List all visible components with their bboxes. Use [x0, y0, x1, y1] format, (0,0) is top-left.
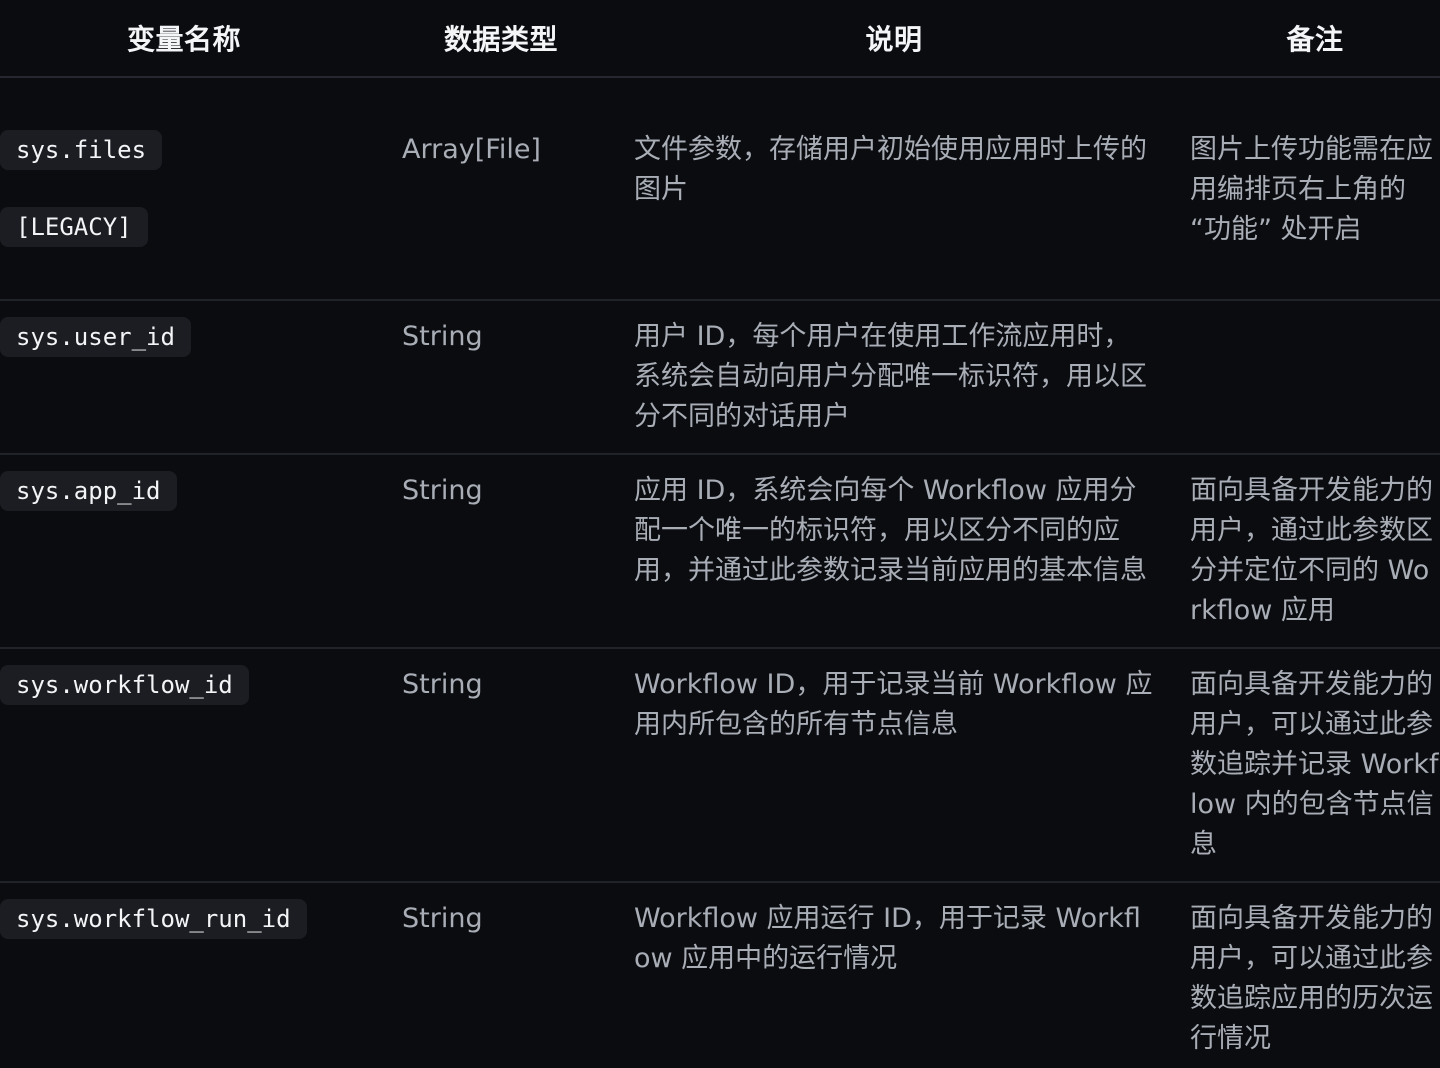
- variable-code: sys.user_id: [0, 317, 191, 357]
- variable-code: sys.workflow_run_id: [0, 899, 307, 939]
- table-row: sys.app_id String 应用 ID，系统会向每个 Workflow …: [0, 455, 1440, 649]
- legacy-code: [LEGACY]: [0, 207, 148, 247]
- header-variable-name: 变量名称: [126, 23, 241, 56]
- table-row: sys.user_id String 用户 ID，每个用户在使用工作流应用时，系…: [0, 301, 1440, 455]
- note: 面向具备开发能力的用户，可以通过此参数追踪应用的历次运行情况: [1190, 903, 1433, 1054]
- data-type: String: [402, 903, 483, 934]
- header-data-type: 数据类型: [443, 23, 558, 56]
- note: 图片上传功能需在应用编排页右上角的 “功能” 处开启: [1190, 134, 1433, 245]
- note: 面向具备开发能力的用户，可以通过此参数追踪并记录 Workflow 内的包含节点…: [1190, 669, 1439, 860]
- header-description: 说明: [865, 23, 923, 56]
- description: 用户 ID，每个用户在使用工作流应用时，系统会自动向用户分配唯一标识符，用以区分…: [634, 321, 1147, 432]
- header-note: 备注: [1286, 23, 1344, 56]
- description: Workflow 应用运行 ID，用于记录 Workflow 应用中的运行情况: [634, 903, 1141, 974]
- data-type: String: [402, 669, 483, 700]
- table-row: sys.files [LEGACY] Array[File] 文件参数，存储用户…: [0, 78, 1440, 301]
- description: Workflow ID，用于记录当前 Workflow 应用内所包含的所有节点信…: [634, 669, 1153, 740]
- variable-code: sys.files: [0, 130, 163, 170]
- note: 面向具备开发能力的用户，通过此参数区分并定位不同的 Workflow 应用: [1190, 475, 1433, 626]
- variables-table: 变量名称 数据类型 说明 备注 sys.files [LEGACY] Array…: [0, 0, 1440, 1068]
- table-row: sys.workflow_id String Workflow ID，用于记录当…: [0, 649, 1440, 883]
- description: 文件参数，存储用户初始使用应用时上传的图片: [634, 134, 1147, 205]
- data-type: Array[File]: [402, 134, 541, 165]
- variable-code: sys.app_id: [0, 471, 177, 511]
- table-header: 变量名称 数据类型 说明 备注: [0, 0, 1440, 78]
- table-row: sys.workflow_run_id String Workflow 应用运行…: [0, 883, 1440, 1068]
- data-type: String: [402, 475, 483, 506]
- variable-code: sys.workflow_id: [0, 665, 249, 705]
- description: 应用 ID，系统会向每个 Workflow 应用分配一个唯一的标识符，用以区分不…: [634, 475, 1147, 586]
- data-type: String: [402, 321, 483, 352]
